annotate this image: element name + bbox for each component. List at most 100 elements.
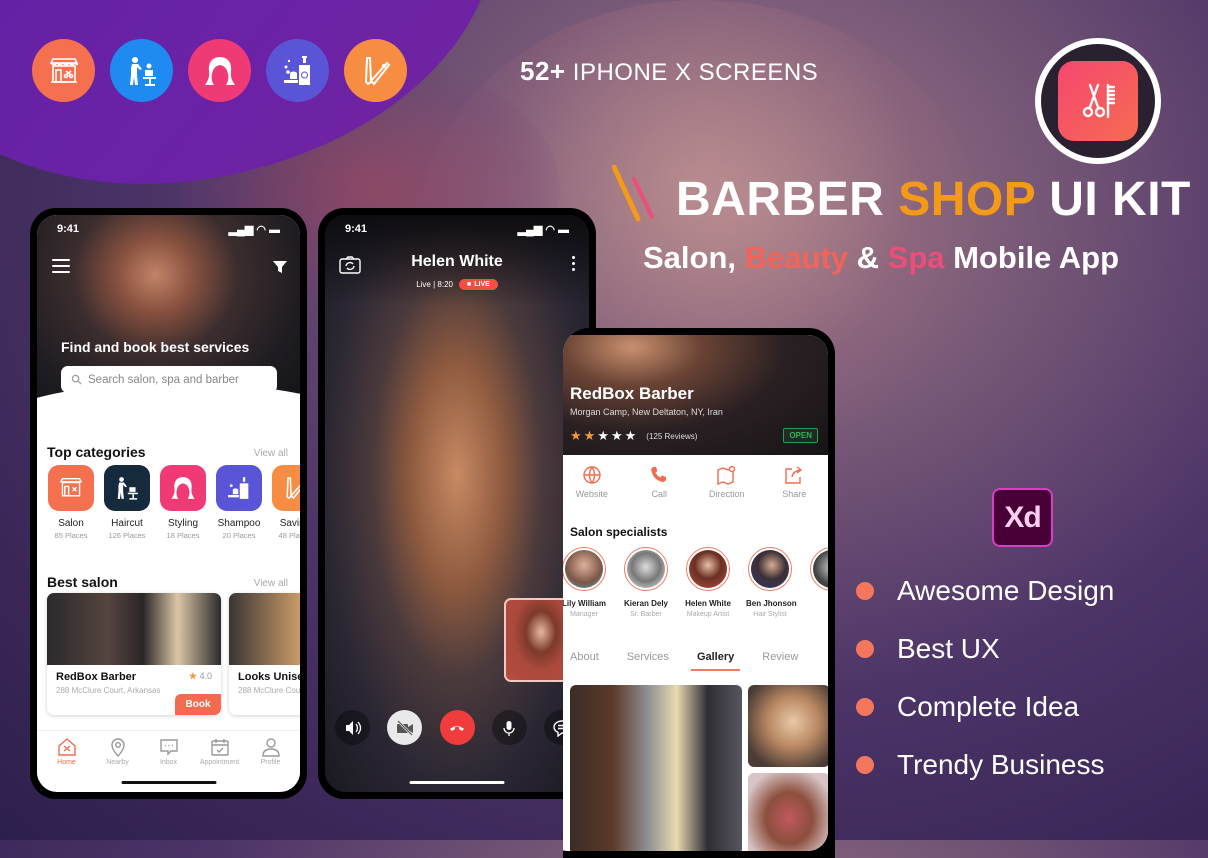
salon-card[interactable]: Looks Unisex 288 McClure Court	[229, 593, 300, 715]
tab-review[interactable]: Review	[762, 651, 798, 663]
tab-profile[interactable]: Profile	[245, 731, 296, 780]
specialist-name: Helen White	[685, 599, 731, 608]
share-button[interactable]: Share	[764, 465, 824, 499]
tab-gallery[interactable]: Gallery	[690, 651, 741, 671]
feature-list: Awesome Design Best UX Complete Idea Tre…	[856, 575, 1115, 780]
screens-count: 52+	[520, 56, 566, 86]
screens-count-label: 52+ IPHONE X SCREENS	[520, 56, 818, 87]
hair-straightener-icon	[344, 39, 407, 102]
category-item-styling[interactable]: Styling 18 Places	[159, 465, 207, 540]
phone-icon	[651, 467, 667, 482]
avatar	[563, 547, 606, 591]
action-label: Direction	[708, 489, 745, 499]
salon-address: 288 McClure Court, Arkansas	[56, 686, 161, 695]
category-name: Saving	[279, 518, 300, 529]
avatar	[810, 547, 828, 591]
tab-home[interactable]: Home	[41, 731, 92, 780]
tab-about[interactable]: About	[570, 651, 599, 663]
signal-wifi-battery-icon: ▂▄▆ ◠ ▬	[517, 224, 569, 236]
call-button[interactable]: Call	[629, 465, 689, 499]
salons-view-all-link[interactable]: View all	[254, 578, 288, 589]
category-list: Salon 85 Places Haircut 126 Places Styli…	[47, 465, 300, 540]
feature-text: Best UX	[897, 633, 1000, 664]
gallery-image[interactable]	[748, 773, 828, 851]
category-places: 126 Places	[108, 531, 146, 540]
category-item-haircut[interactable]: Haircut 126 Places	[103, 465, 151, 540]
specialist-item[interactable]: Ben Jhonson Hair Stylist	[746, 547, 797, 618]
shop-actions: Website Call Direction Share	[563, 465, 828, 499]
gallery-image[interactable]	[748, 685, 828, 767]
category-places: 18 Places	[166, 531, 200, 540]
feature-text: Trendy Business	[897, 749, 1105, 780]
category-item-saving[interactable]: Saving 48 Places	[271, 465, 300, 540]
video-camera-icon: ■	[466, 281, 472, 288]
tab-label: Nearby	[106, 759, 129, 766]
status-bar: 9:41 ▂▄▆ ◠ ▬	[37, 223, 300, 236]
salon-card[interactable]: RedBox Barber ★ 4.0 288 McClure Court, A…	[47, 593, 221, 715]
gallery-image[interactable]	[570, 685, 742, 851]
book-button[interactable]: Book	[175, 694, 221, 715]
specialist-role: Sr.	[808, 599, 829, 606]
app-logo	[1035, 38, 1161, 164]
status-time: 9:41	[345, 223, 368, 235]
tab-services[interactable]: Services	[627, 651, 669, 663]
review-count[interactable]: (125 Reviews)	[646, 432, 697, 441]
menu-icon[interactable]	[52, 259, 70, 273]
star-icon: ★	[597, 428, 609, 443]
shop-rating: ★ ★ ★ ★ ★ (125 Reviews)	[570, 428, 697, 444]
calendar-icon	[210, 739, 229, 756]
star-icon: ★	[624, 428, 637, 443]
haircut-chair-icon	[110, 39, 173, 102]
live-badge-text: LIVE	[474, 281, 490, 288]
filter-icon[interactable]	[272, 259, 288, 275]
shop-name: RedBox Barber	[570, 384, 694, 403]
bullet-icon	[856, 756, 874, 774]
category-item-shampoo[interactable]: Shampoo 20 Places	[215, 465, 263, 540]
end-call-button[interactable]	[439, 710, 475, 745]
shampoo-bottle-icon	[266, 39, 329, 102]
video-toggle-button[interactable]	[387, 710, 423, 745]
website-button[interactable]: Website	[563, 465, 622, 499]
specialist-item[interactable]: Kieran Dely Sr. Barber	[622, 547, 670, 618]
more-options-icon[interactable]	[572, 256, 575, 271]
search-input[interactable]: Search salon, spa and barber	[61, 366, 277, 393]
main-title: BARBER SHOP UI KIT	[676, 172, 1191, 227]
caller-name: Helen White	[411, 253, 503, 270]
category-places: 48 Places	[278, 531, 300, 540]
scissors-comb-icon	[1058, 61, 1138, 141]
salon-address: 288 McClure Court	[238, 686, 300, 695]
specialist-item[interactable]: Helen White Makeup Artist	[684, 547, 732, 618]
specialist-item[interactable]: Lily William Manager	[563, 547, 608, 618]
specialist-item[interactable]: Sr.	[808, 547, 828, 618]
video-off-icon	[396, 719, 413, 736]
search-placeholder: Search salon, spa and barber	[88, 373, 239, 386]
salon-name: Looks Unisex	[238, 671, 300, 683]
salon-name: RedBox Barber	[56, 671, 137, 683]
mute-button[interactable]	[491, 710, 527, 745]
find-services-label: Find and book best services	[61, 339, 250, 355]
category-places: 85 Places	[54, 531, 88, 540]
feature-text: Complete Idea	[897, 691, 1080, 722]
bullet-icon	[856, 698, 874, 716]
subtitle: Salon, Beauty & Spa Mobile App	[643, 240, 1119, 276]
tab-appointment[interactable]: Appointment	[194, 731, 245, 780]
specialist-name: Ben Jhonson	[746, 599, 797, 608]
tab-nearby[interactable]: Nearby	[92, 731, 143, 780]
specialists-title: Salon specialists	[570, 525, 668, 539]
decorative-slashes	[612, 165, 654, 222]
live-badge: ■ LIVE	[458, 279, 498, 290]
category-item-salon[interactable]: Salon 85 Places	[47, 465, 95, 540]
speaker-button[interactable]	[335, 710, 370, 745]
bullet-icon	[856, 640, 874, 658]
direction-button[interactable]: Direction	[697, 465, 757, 499]
salon-image	[229, 593, 300, 665]
signal-wifi-battery-icon: ▂▄▆ ◠ ▬	[228, 224, 280, 236]
tab-inbox[interactable]: Inbox	[143, 731, 194, 780]
avatar	[748, 547, 792, 591]
feature-item: Awesome Design	[856, 575, 1115, 606]
categories-view-all-link[interactable]: View all	[254, 448, 288, 459]
feature-text: Awesome Design	[897, 575, 1115, 606]
chat-bubble-icon	[159, 739, 178, 756]
subtitle-salon: Salon,	[643, 240, 737, 275]
status-bar: 9:41 ▂▄▆ ◠ ▬	[325, 223, 589, 236]
